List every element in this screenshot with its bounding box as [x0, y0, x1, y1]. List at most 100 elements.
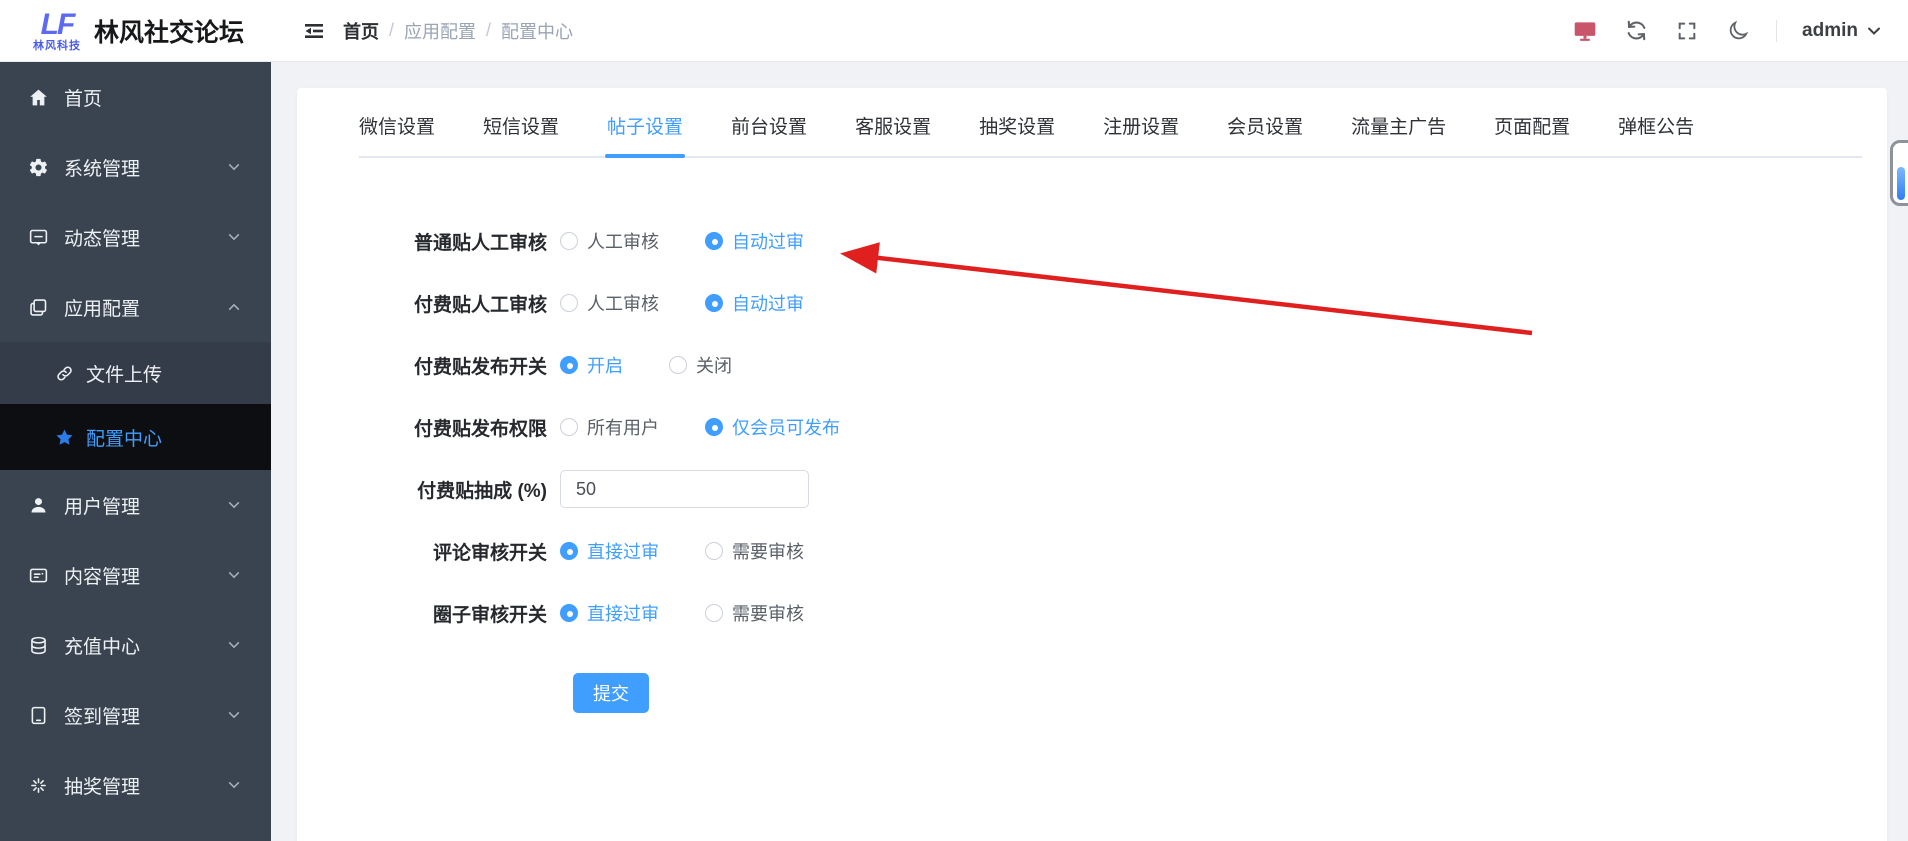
sidebar-item-file-upload[interactable]: 文件上传 — [0, 342, 271, 404]
radio-button — [669, 356, 687, 374]
sidebar-item-home[interactable]: 首页 — [0, 62, 271, 132]
field-label: 评论审核开关 — [432, 542, 547, 564]
sidebar-item-label: 内容管理 — [64, 566, 141, 588]
sidebar-item-label: 系统管理 — [64, 158, 141, 180]
breadcrumb-app-config[interactable]: 应用配置 — [404, 18, 476, 44]
radio-direct-approve[interactable]: 直接过审 — [560, 600, 659, 626]
monitor-icon[interactable] — [1572, 18, 1598, 44]
tab-sms-settings[interactable]: 短信设置 — [483, 112, 559, 156]
sidebar-item-checkin[interactable]: 签到管理 — [0, 680, 271, 750]
fullscreen-icon[interactable] — [1674, 18, 1700, 44]
tab-popup-notice[interactable]: 弹框公告 — [1618, 112, 1694, 156]
logo-caption: 林风科技 — [33, 39, 81, 52]
user-icon — [27, 494, 49, 516]
field-label: 付费贴抽成 (%) — [417, 480, 547, 502]
breadcrumb-separator: / — [486, 20, 492, 40]
top-bar: LF 林风科技 林风社交论坛 首页 / 应用配置 / 配置中心 admin — [0, 0, 1908, 62]
gear-icon — [27, 156, 49, 178]
sidebar-item-label: 文件上传 — [86, 364, 163, 386]
floating-scroll-widget[interactable] — [1890, 140, 1908, 206]
star-icon — [54, 427, 74, 447]
radio-button — [705, 542, 723, 560]
radio-button — [705, 232, 723, 250]
tab-register-settings[interactable]: 注册设置 — [1103, 112, 1179, 156]
message-icon — [27, 226, 49, 248]
sidebar-item-config-center[interactable]: 配置中心 — [0, 404, 271, 470]
submit-button[interactable]: 提交 — [573, 673, 649, 713]
chevron-down-icon — [227, 230, 241, 244]
chevron-down-icon — [227, 778, 241, 792]
commission-input[interactable] — [560, 470, 809, 508]
field-label: 付费贴人工审核 — [413, 294, 547, 316]
app-config-submenu: 文件上传 配置中心 — [0, 342, 271, 470]
logo-area: LF 林风科技 林风社交论坛 — [0, 0, 271, 62]
sidebar-item-content[interactable]: 内容管理 — [0, 540, 271, 610]
radio-button — [705, 418, 723, 436]
radio-need-review[interactable]: 需要审核 — [705, 600, 804, 626]
form-row-paid-post-commission: 付费贴抽成 (%) — [297, 469, 1887, 509]
settings-card: 微信设置 短信设置 帖子设置 前台设置 客服设置 抽奖设置 注册设置 会员设置 … — [297, 88, 1887, 841]
radio-auto-approve[interactable]: 自动过审 — [705, 290, 804, 316]
sidebar-item-users[interactable]: 用户管理 — [0, 470, 271, 540]
radio-button — [560, 356, 578, 374]
apps-icon — [27, 296, 49, 318]
radio-button — [560, 232, 578, 250]
tab-wechat-settings[interactable]: 微信设置 — [359, 112, 435, 156]
app-title: 林风社交论坛 — [94, 18, 245, 47]
logo-lf-text: LF — [40, 7, 76, 41]
tab-lottery-settings[interactable]: 抽奖设置 — [979, 112, 1055, 156]
sidebar-item-label: 应用配置 — [64, 298, 141, 320]
chevron-down-icon — [227, 160, 241, 174]
tab-page-config[interactable]: 页面配置 — [1494, 112, 1570, 156]
radio-auto-approve[interactable]: 自动过审 — [705, 228, 804, 254]
scroll-thumb — [1897, 167, 1905, 200]
sidebar-item-lottery[interactable]: 抽奖管理 — [0, 750, 271, 820]
tab-service-settings[interactable]: 客服设置 — [855, 112, 931, 156]
radio-direct-approve[interactable]: 直接过审 — [560, 538, 659, 564]
sidebar-item-recharge[interactable]: 充值中心 — [0, 610, 271, 680]
radio-button — [560, 294, 578, 312]
radio-manual-review[interactable]: 人工审核 — [560, 228, 659, 254]
radio-need-review[interactable]: 需要审核 — [705, 538, 804, 564]
radio-button — [705, 604, 723, 622]
chevron-up-icon — [227, 300, 241, 314]
refresh-icon[interactable] — [1623, 18, 1649, 44]
radio-all-users[interactable]: 所有用户 — [560, 414, 659, 440]
radio-button — [560, 604, 578, 622]
sidebar-item-system[interactable]: 系统管理 — [0, 132, 271, 202]
sidebar-item-label: 动态管理 — [64, 228, 141, 250]
sidebar-item-label: 充值中心 — [64, 636, 141, 658]
sidebar-item-moments[interactable]: 动态管理 — [0, 202, 271, 272]
tab-post-settings[interactable]: 帖子设置 — [605, 112, 686, 158]
topbar-actions: admin — [1572, 18, 1908, 44]
form-row-comment-review: 评论审核开关 直接过审 需要审核 — [297, 531, 1887, 571]
topbar-divider — [1776, 19, 1778, 42]
field-label: 付费贴发布开关 — [413, 356, 547, 378]
checkin-icon — [27, 704, 49, 726]
content-icon — [27, 564, 49, 586]
sidebar-collapse-icon[interactable] — [301, 18, 327, 44]
tab-member-settings[interactable]: 会员设置 — [1227, 112, 1303, 156]
form-row-paid-post-review: 付费贴人工审核 人工审核 自动过审 — [297, 283, 1887, 323]
sidebar-item-app-config[interactable]: 应用配置 — [0, 272, 271, 342]
sidebar-item-label: 配置中心 — [86, 428, 163, 450]
moon-icon[interactable] — [1725, 18, 1751, 44]
radio-enable[interactable]: 开启 — [560, 352, 623, 378]
user-menu[interactable]: admin — [1802, 20, 1882, 42]
tab-traffic-ads[interactable]: 流量主广告 — [1351, 112, 1446, 156]
tab-frontend-settings[interactable]: 前台设置 — [731, 112, 807, 156]
form-row-paid-post-switch: 付费贴发布开关 开启 关闭 — [297, 345, 1887, 385]
sidebar-item-label: 首页 — [64, 88, 103, 110]
radio-disable[interactable]: 关闭 — [669, 352, 732, 378]
recharge-icon — [27, 634, 49, 656]
breadcrumb-home[interactable]: 首页 — [343, 18, 379, 44]
sidebar: 首页 系统管理 动态管理 应用配置 文件上传 配置中心 用户管理 内容管理 充值… — [0, 62, 271, 841]
field-label: 付费贴发布权限 — [413, 418, 547, 440]
submit-row: 提交 — [297, 673, 1887, 713]
sidebar-item-label: 抽奖管理 — [64, 776, 141, 798]
radio-button — [560, 418, 578, 436]
field-label: 普通贴人工审核 — [413, 232, 547, 254]
radio-manual-review[interactable]: 人工审核 — [560, 290, 659, 316]
radio-members-only[interactable]: 仅会员可发布 — [705, 414, 840, 440]
settings-tabs: 微信设置 短信设置 帖子设置 前台设置 客服设置 抽奖设置 注册设置 会员设置 … — [359, 112, 1862, 158]
